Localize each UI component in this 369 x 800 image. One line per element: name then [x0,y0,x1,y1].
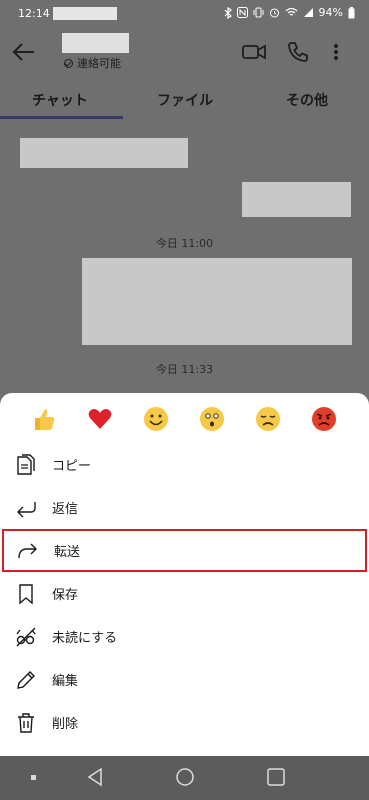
signal-icon [303,8,313,17]
menu-item-forward[interactable]: 転送 [2,529,367,572]
menu-item-label: 返信 [52,502,79,517]
message-bubble-redacted[interactable] [20,138,188,168]
presence-status: 連絡可能 [64,55,121,71]
overview-nav-icon[interactable] [265,766,287,788]
more-options-icon[interactable] [330,40,342,64]
status-bar: 12:14 94% [0,0,369,28]
forward-icon [16,539,40,563]
menu-item-delete[interactable]: 削除 [0,701,369,744]
active-tab-indicator [0,116,123,119]
tab-more[interactable]: その他 [286,90,328,110]
message-timestamp: 今日 11:33 [155,363,214,376]
thumbs-up-icon[interactable] [30,405,58,433]
battery-icon [348,6,355,18]
chat-header: 連絡可能 [0,28,369,76]
menu-item-save[interactable]: 保存 [0,572,369,615]
home-nav-icon[interactable] [174,766,196,788]
back-arrow-icon[interactable] [10,38,38,66]
phone-call-icon[interactable] [285,40,311,64]
wifi-icon [285,7,297,16]
menu-item-label: 削除 [52,717,79,732]
tab-bar: チャット ファイル その他 [0,84,369,120]
battery-percent: 94% [318,6,343,19]
nfc-icon [236,7,248,18]
back-nav-icon[interactable] [85,766,105,788]
available-check-icon [64,58,73,68]
tab-files[interactable]: ファイル [157,90,213,110]
system-nav-bar [0,756,369,800]
reply-icon [14,496,38,520]
menu-item-reply[interactable]: 返信 [0,486,369,529]
menu-item-copy[interactable]: コピー [0,443,369,486]
vibrate-icon [253,7,264,18]
menu-item-label: 編集 [52,674,79,689]
alarm-icon [269,8,279,18]
menu-item-label: コピー [52,459,92,474]
status-time: 12:14 [18,7,50,20]
contact-name-redacted[interactable] [62,33,129,53]
surprised-icon[interactable] [198,405,226,433]
recent-dot-icon[interactable] [30,774,38,782]
message-actions-sheet: コピー 返信 転送 保存 未読にする 編集 削除 [0,393,369,756]
menu-item-mark-unread[interactable]: 未読にする [0,615,369,658]
video-call-icon[interactable] [241,40,267,64]
trash-icon [14,711,38,735]
menu-item-label: 未読にする [52,631,118,646]
copy-icon [14,453,38,477]
chat-area: 今日 11:00 今日 11:33 [0,120,369,395]
message-bubble-redacted[interactable] [242,182,351,217]
bookmark-icon [14,582,38,606]
smile-icon[interactable] [142,405,170,433]
sad-icon[interactable] [254,405,282,433]
menu-item-edit[interactable]: 編集 [0,658,369,701]
angry-icon[interactable] [310,405,338,433]
redacted-notification [53,7,117,20]
heart-icon[interactable] [86,405,114,433]
status-icons: 94% [224,6,355,19]
action-menu: コピー 返信 転送 保存 未読にする 編集 削除 [0,443,369,744]
pencil-icon [14,668,38,692]
menu-item-label: 転送 [54,545,81,560]
menu-item-label: 保存 [52,588,79,603]
bluetooth-icon [224,6,232,19]
message-timestamp: 今日 11:00 [155,237,214,250]
tab-chat[interactable]: チャット [32,90,88,110]
reaction-bar [0,399,369,439]
mark-unread-icon [14,625,38,649]
presence-label: 連絡可能 [77,57,121,70]
message-bubble-redacted[interactable] [82,258,352,345]
